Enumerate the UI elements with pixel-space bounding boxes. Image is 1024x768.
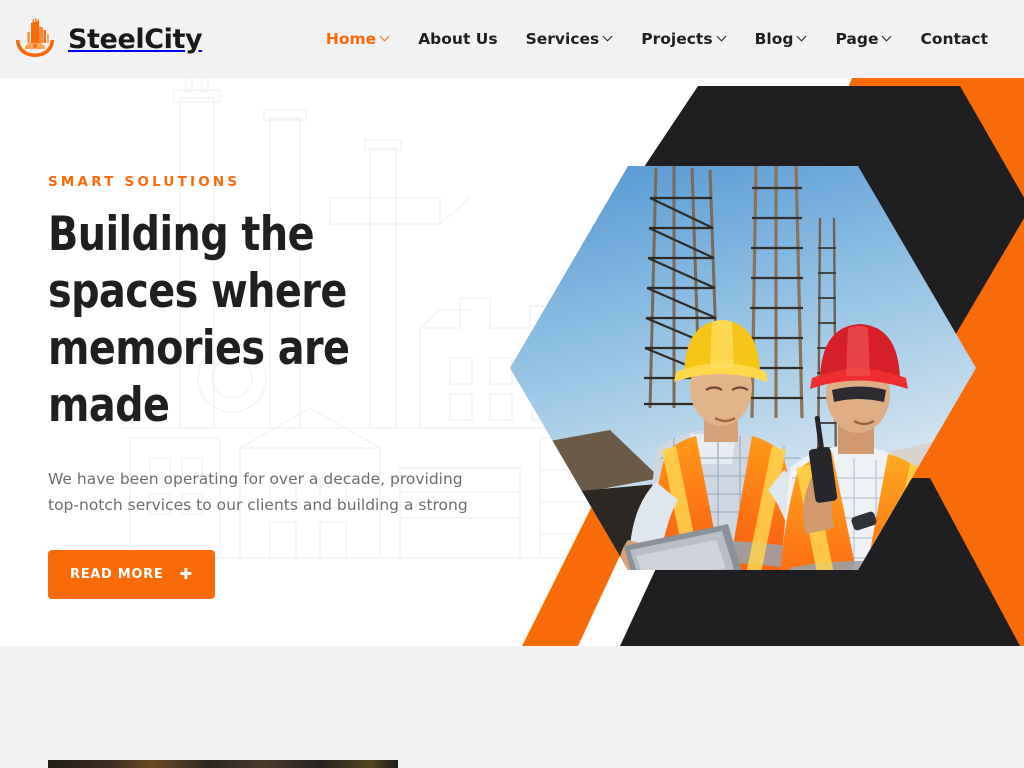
nav-item-label: About Us (418, 30, 498, 48)
hero-title: Building the spaces where memories are m… (48, 207, 350, 433)
nav-item-contact[interactable]: Contact (906, 30, 1002, 48)
chevron-down-icon (883, 33, 892, 42)
hero-artwork (460, 78, 1024, 646)
hero-copy: SMART SOLUTIONS Building the spaces wher… (48, 174, 518, 599)
chevron-down-icon (604, 33, 613, 42)
hero-paragraph: We have been operating for over a decade… (48, 470, 468, 514)
hero-eyebrow: SMART SOLUTIONS (48, 174, 241, 190)
nav-item-blog[interactable]: Blog (741, 30, 822, 48)
nav-item-label: Page (835, 30, 879, 48)
nav-item-about-us[interactable]: About Us (404, 30, 511, 48)
below-hero-section (0, 646, 1024, 768)
nav-item-page[interactable]: Page (821, 30, 906, 48)
project-thumbnail-image[interactable] (48, 760, 398, 768)
nav-item-services[interactable]: Services (512, 30, 628, 48)
nav-item-projects[interactable]: Projects (627, 30, 740, 48)
nav-item-label: Blog (754, 30, 794, 48)
factory-skyline-icon (12, 16, 58, 62)
read-more-label: READ MORE (70, 567, 164, 582)
nav-item-label: Projects (641, 30, 713, 48)
chevron-down-icon (798, 33, 807, 42)
nav-item-home[interactable]: Home (312, 30, 404, 48)
site-header: SteelCity Home About Us Services Project… (0, 0, 1024, 78)
chevron-down-icon (718, 33, 727, 42)
nav-item-label: Contact (920, 30, 988, 48)
main-navigation: Home About Us Services Projects Blog Pag… (312, 30, 1002, 48)
chevron-down-icon (381, 33, 390, 42)
nav-item-label: Home (325, 30, 377, 48)
brand-name: SteelCity (68, 23, 203, 55)
nav-item-label: Services (525, 30, 600, 48)
plus-icon: ✚ (179, 565, 193, 583)
brand-logo-link[interactable]: SteelCity (12, 16, 203, 62)
read-more-button[interactable]: READ MORE ✚ (48, 550, 215, 599)
hero-section: SMART SOLUTIONS Building the spaces wher… (0, 78, 1024, 646)
